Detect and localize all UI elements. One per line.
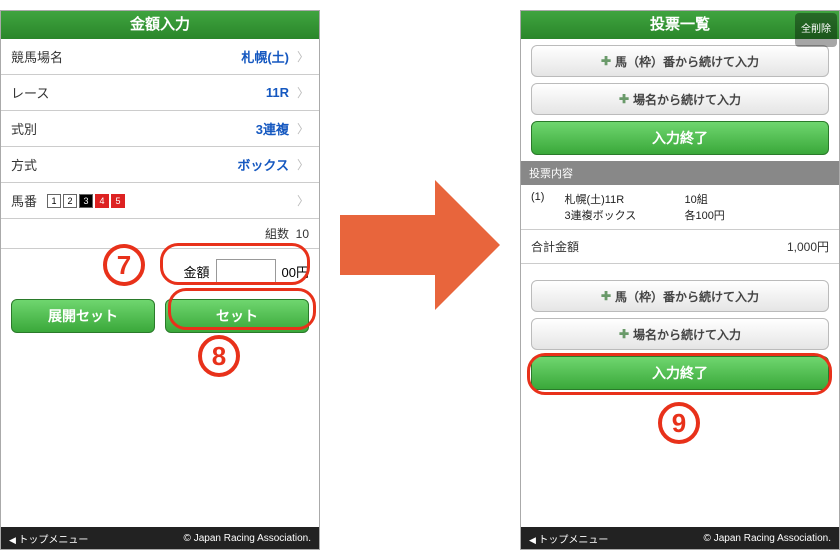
expand-set-button[interactable]: 展開セット bbox=[11, 299, 155, 333]
finish-input-button[interactable]: 入力終了 bbox=[531, 356, 829, 390]
total-label: 合計金額 bbox=[531, 238, 579, 255]
row-label: 式別 bbox=[11, 119, 37, 138]
row-value: ボックス bbox=[237, 155, 289, 174]
row-value: 札幌(土) bbox=[241, 47, 289, 66]
ticket-index: (1) bbox=[531, 191, 544, 223]
row-label: 競馬場名 bbox=[11, 47, 63, 66]
row-label: 方式 bbox=[11, 155, 37, 174]
total-value: 1,000円 bbox=[787, 238, 829, 255]
chevron-right-icon: 〉 bbox=[297, 192, 309, 209]
arrow-right-icon bbox=[340, 180, 500, 310]
continue-from-horse-button[interactable]: ✚馬（枠）番から続けて入力 bbox=[531, 280, 829, 312]
combination-count: 組数 10 bbox=[1, 219, 319, 249]
plus-icon: ✚ bbox=[619, 327, 629, 341]
header-title: 金額入力 bbox=[1, 11, 319, 39]
chevron-right-icon: 〉 bbox=[297, 156, 309, 173]
row-track[interactable]: 競馬場名 札幌(土) 〉 bbox=[1, 39, 319, 75]
section-header: 投票内容 bbox=[521, 161, 839, 185]
footer: トップメニュー © Japan Racing Association. bbox=[521, 527, 839, 549]
horse-badge: 4 bbox=[95, 194, 109, 208]
row-race[interactable]: レース 11R 〉 bbox=[1, 75, 319, 111]
step-number-badge: 7 bbox=[103, 244, 145, 286]
set-button[interactable]: セット bbox=[165, 299, 309, 333]
chevron-right-icon: 〉 bbox=[297, 84, 309, 101]
row-method[interactable]: 方式 ボックス〉 bbox=[1, 147, 319, 183]
row-value: 3連複 bbox=[256, 119, 289, 138]
step-number-badge: 9 bbox=[658, 402, 700, 444]
header-title: 投票一覧 全削除 bbox=[521, 11, 839, 39]
amount-label: 金額 bbox=[184, 262, 210, 281]
ticket-count: 10組 bbox=[684, 191, 724, 207]
ticket-item[interactable]: (1) 札幌(土)11R 3連複ボックス 10組 各100円 bbox=[521, 185, 839, 230]
plus-icon: ✚ bbox=[601, 289, 611, 303]
ticket-unit: 各100円 bbox=[684, 207, 724, 223]
horse-badge: 3 bbox=[79, 194, 93, 208]
total-row: 合計金額 1,000円 bbox=[521, 230, 839, 264]
plus-icon: ✚ bbox=[601, 54, 611, 68]
footer: トップメニュー © Japan Racing Association. bbox=[1, 527, 319, 549]
horse-number-badges: 1 2 3 4 5 bbox=[47, 194, 289, 208]
content: 競馬場名 札幌(土)〉 レース 11R〉 式別 3連複〉 方式 ボックス〉 馬番… bbox=[1, 39, 319, 527]
copyright: © Japan Racing Association. bbox=[704, 533, 831, 544]
plus-icon: ✚ bbox=[619, 92, 629, 106]
delete-all-button[interactable]: 全削除 bbox=[795, 13, 837, 47]
finish-input-button[interactable]: 入力終了 bbox=[531, 121, 829, 155]
continue-from-place-button[interactable]: ✚場名から続けて入力 bbox=[531, 83, 829, 115]
chevron-right-icon: 〉 bbox=[297, 48, 309, 65]
ticket-race: 札幌(土)11R bbox=[564, 191, 664, 207]
row-label: 馬番 bbox=[11, 191, 37, 210]
screen-vote-list: 投票一覧 全削除 ✚馬（枠）番から続けて入力 ✚場名から続けて入力 入力終了 投… bbox=[520, 10, 840, 550]
row-horses[interactable]: 馬番 1 2 3 4 5 〉 bbox=[1, 183, 319, 219]
top-menu-link[interactable]: トップメニュー bbox=[9, 531, 88, 546]
ticket-type: 3連複ボックス bbox=[564, 207, 664, 223]
amount-row: 金額 00円 bbox=[1, 249, 319, 293]
continue-from-horse-button[interactable]: ✚馬（枠）番から続けて入力 bbox=[531, 45, 829, 77]
amount-suffix: 00円 bbox=[282, 262, 309, 281]
horse-badge: 1 bbox=[47, 194, 61, 208]
copyright: © Japan Racing Association. bbox=[184, 533, 311, 544]
row-bettype[interactable]: 式別 3連複〉 bbox=[1, 111, 319, 147]
amount-input[interactable] bbox=[216, 259, 276, 283]
row-label: レース bbox=[11, 83, 49, 102]
top-menu-link[interactable]: トップメニュー bbox=[529, 531, 608, 546]
horse-badge: 2 bbox=[63, 194, 77, 208]
screen-amount-entry: 金額入力 競馬場名 札幌(土)〉 レース 11R〉 式別 3連複〉 方式 ボック… bbox=[0, 10, 320, 550]
step-number-badge: 8 bbox=[198, 335, 240, 377]
horse-badge: 5 bbox=[111, 194, 125, 208]
row-value: 11R bbox=[266, 85, 289, 100]
continue-from-place-button[interactable]: ✚場名から続けて入力 bbox=[531, 318, 829, 350]
content: ✚馬（枠）番から続けて入力 ✚場名から続けて入力 入力終了 投票内容 (1) 札… bbox=[521, 39, 839, 527]
chevron-right-icon: 〉 bbox=[297, 120, 309, 137]
